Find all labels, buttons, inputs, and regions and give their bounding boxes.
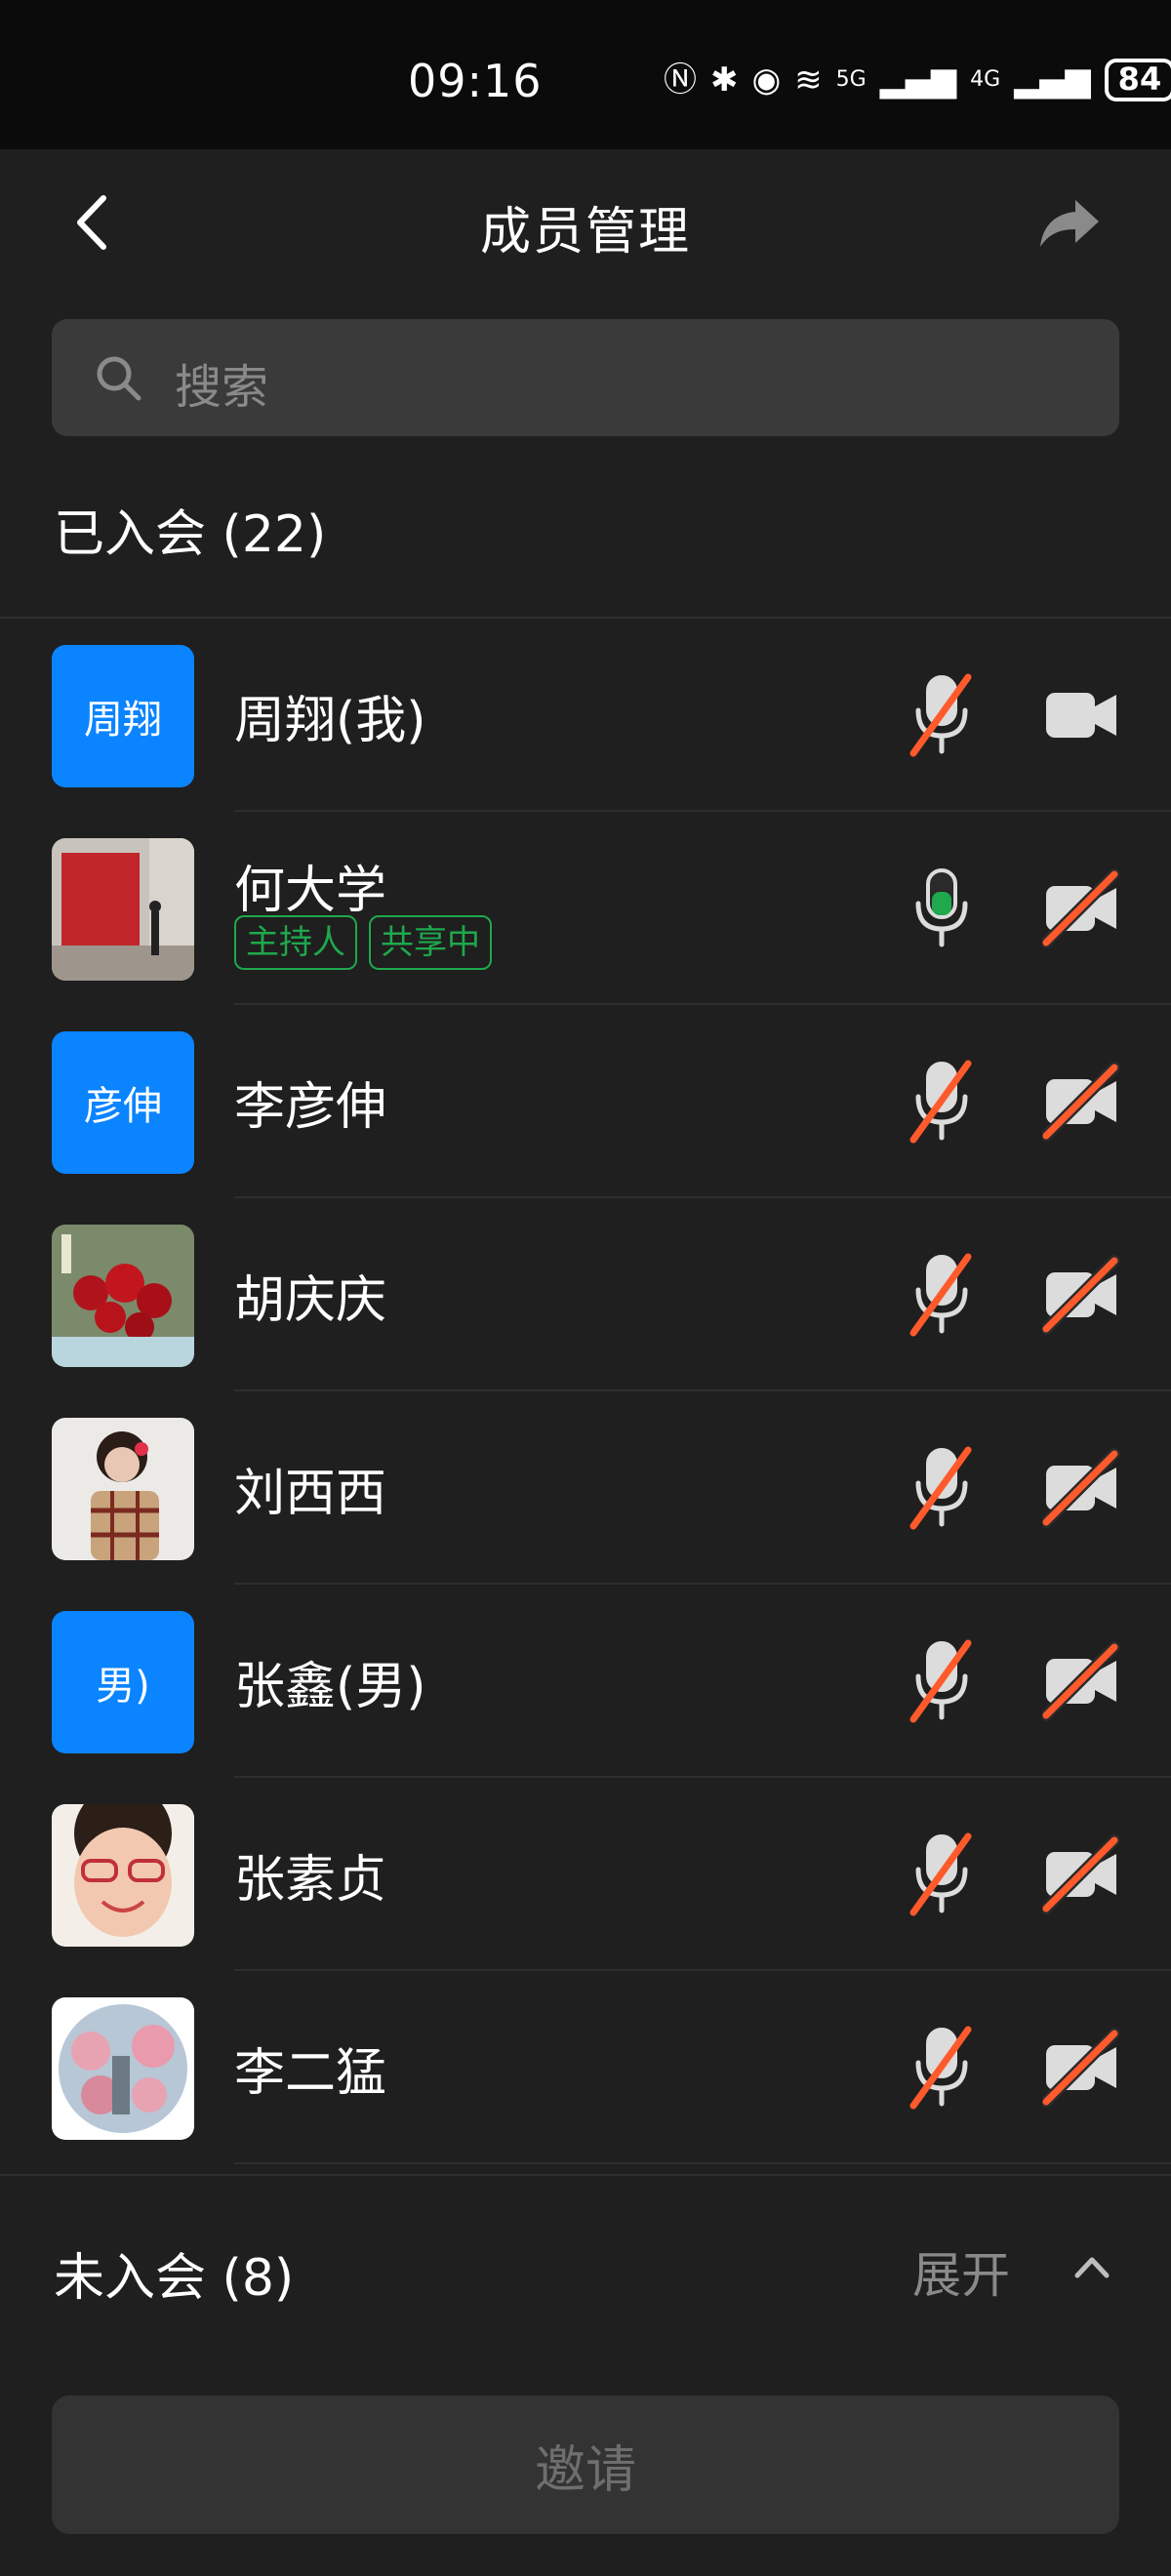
member-name: 张素贞 [234, 1851, 387, 1910]
role-badge: 主持人 [234, 915, 357, 970]
status-bar: 09:16 Ⓝ ✱ ◉ ≋ 5G ▂▄▆ 4G ▂▄▆ 84 [0, 0, 1171, 149]
camera-off-icon[interactable] [1040, 865, 1120, 952]
member-name: 刘西西 [234, 1465, 387, 1523]
member-row[interactable]: 胡庆庆 [0, 1198, 1171, 1391]
member-row[interactable]: 刘西西 [0, 1391, 1171, 1585]
mic-muted-icon[interactable] [908, 1444, 976, 1532]
joined-section-title: 已入会 (22) [54, 505, 327, 564]
member-name: 何大学 [234, 862, 387, 920]
avatar [52, 838, 194, 981]
member-name: 胡庆庆 [234, 1271, 387, 1330]
member-row[interactable]: 何大学 主持人 共享中 [0, 812, 1171, 1005]
search-placeholder: 搜索 [175, 360, 269, 415]
search-icon [97, 356, 141, 401]
mic-muted-icon[interactable] [908, 1637, 976, 1725]
mic-muted-icon[interactable] [908, 1058, 976, 1146]
status-icons: Ⓝ ✱ ◉ ≋ 5G ▂▄▆ 4G ▂▄▆ 84 [664, 59, 1171, 101]
expand-button[interactable]: 展开 [912, 2236, 1010, 2307]
page-title: 成员管理 [479, 203, 691, 262]
camera-icon: ◉ [751, 60, 782, 100]
member-name: 张鑫(男) [234, 1658, 426, 1716]
wifi-icon: ≋ [794, 60, 823, 100]
member-row[interactable]: 李二猛 [0, 1971, 1171, 2164]
invite-button[interactable]: 邀请 [52, 2395, 1119, 2534]
avatar [52, 1997, 194, 2140]
member-tags: 主持人 共享中 [234, 915, 492, 970]
mic-muted-icon[interactable] [908, 2024, 976, 2112]
share-icon[interactable] [1036, 188, 1105, 257]
row-divider [234, 2162, 1171, 2164]
battery-level: 84 [1104, 59, 1171, 101]
header: 成员管理 [0, 149, 1171, 296]
search-input[interactable]: 搜索 [52, 319, 1119, 436]
nfc-icon: Ⓝ [664, 60, 697, 100]
member-list: 周翔 周翔(我) 何大学 主持人 共享中 彦伸 李彦伸 胡庆庆 刘西西 男) 张… [0, 619, 1171, 2164]
camera-off-icon[interactable] [1040, 1444, 1120, 1532]
divider [0, 2174, 1171, 2176]
member-row[interactable]: 男) 张鑫(男) [0, 1585, 1171, 1778]
member-row[interactable]: 张素贞 [0, 1778, 1171, 1971]
avatar [52, 1418, 194, 1560]
camera-off-icon[interactable] [1040, 1251, 1120, 1339]
avatar [52, 1804, 194, 1947]
avatar: 彦伸 [52, 1031, 194, 1174]
member-name: 李彦伸 [234, 1078, 387, 1137]
mic-muted-icon[interactable] [908, 1251, 976, 1339]
status-time: 09:16 [408, 55, 543, 107]
network-4g-icon: 4G [970, 67, 1001, 92]
member-row[interactable]: 彦伸 李彦伸 [0, 1005, 1171, 1198]
camera-on-icon[interactable] [1042, 671, 1120, 759]
chevron-up-icon[interactable] [1070, 2244, 1114, 2289]
not-joined-section-title: 未入会 (8) [54, 2249, 295, 2308]
signal-icon-2: ▂▄▆ [1014, 60, 1091, 100]
avatar: 周翔 [52, 645, 194, 787]
role-badge: 共享中 [369, 915, 492, 970]
bluetooth-icon: ✱ [710, 60, 739, 100]
avatar [52, 1225, 194, 1367]
avatar: 男) [52, 1611, 194, 1753]
mic-muted-icon[interactable] [908, 671, 976, 759]
member-row[interactable]: 周翔 周翔(我) [0, 619, 1171, 812]
member-name: 李二猛 [234, 2044, 387, 2103]
mic-muted-icon[interactable] [908, 1831, 976, 1918]
camera-off-icon[interactable] [1040, 2024, 1120, 2112]
camera-off-icon[interactable] [1040, 1831, 1120, 1918]
mic-on-icon[interactable] [908, 865, 976, 952]
camera-off-icon[interactable] [1040, 1058, 1120, 1146]
network-5g-icon: 5G [835, 67, 867, 92]
member-name: 周翔(我) [234, 692, 426, 750]
camera-off-icon[interactable] [1040, 1637, 1120, 1725]
signal-icon: ▂▄▆ [879, 60, 957, 100]
